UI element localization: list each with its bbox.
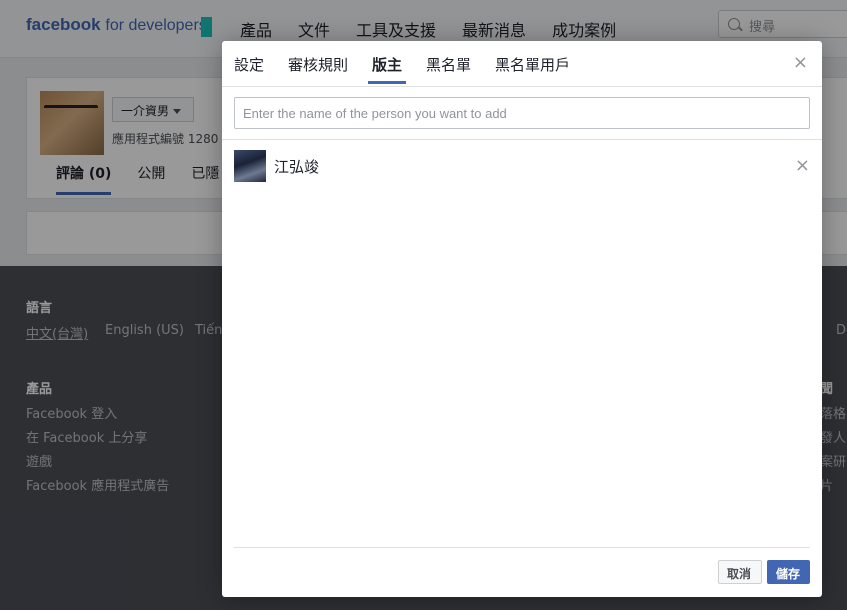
moderation-settings-dialog: 設定 審核規則 版主 黑名單 黑名單用戶 × 江弘竣 × 取消 儲存 bbox=[222, 41, 822, 597]
moderator-list-item: 江弘竣 × bbox=[234, 150, 810, 182]
add-moderator-input[interactable] bbox=[234, 97, 810, 129]
tab-settings[interactable]: 設定 bbox=[234, 54, 264, 75]
divider bbox=[222, 139, 822, 140]
cancel-button[interactable]: 取消 bbox=[718, 560, 762, 584]
active-tab-indicator bbox=[368, 81, 406, 84]
save-button[interactable]: 儲存 bbox=[767, 560, 810, 584]
close-icon[interactable]: × bbox=[793, 53, 808, 73]
tab-moderators[interactable]: 版主 bbox=[372, 54, 402, 75]
tab-blacklist[interactable]: 黑名單 bbox=[426, 54, 471, 75]
footer-divider bbox=[234, 547, 810, 548]
tab-moderation-rules[interactable]: 審核規則 bbox=[288, 54, 348, 75]
dialog-tabs: 設定 審核規則 版主 黑名單 黑名單用戶 × bbox=[222, 41, 822, 87]
remove-moderator-icon[interactable]: × bbox=[795, 156, 810, 176]
avatar bbox=[234, 150, 266, 182]
tab-banned-users[interactable]: 黑名單用戶 bbox=[495, 54, 570, 75]
moderator-name: 江弘竣 bbox=[274, 158, 320, 176]
